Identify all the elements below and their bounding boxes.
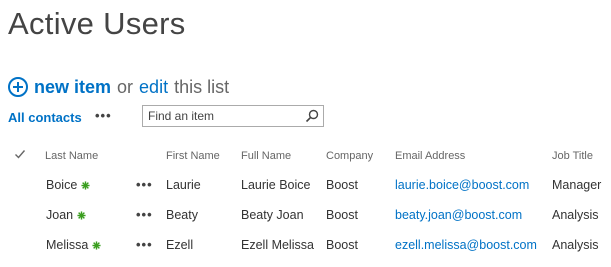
email-link[interactable]: beaty.joan@boost.com — [395, 208, 522, 222]
first-name-cell: Ezell — [166, 238, 194, 252]
table-row[interactable]: Joan ••• Beaty Beaty Joan Boost beaty.jo… — [0, 201, 611, 231]
job-title-cell: Analysis — [552, 208, 599, 222]
column-header-company[interactable]: Company — [326, 150, 373, 162]
add-circle-icon[interactable] — [8, 77, 28, 97]
row-menu-ellipsis-icon[interactable]: ••• — [136, 177, 153, 192]
company-cell: Boost — [326, 238, 358, 252]
new-item-badge-icon — [77, 211, 86, 220]
last-name-cell[interactable]: Boice — [46, 178, 90, 192]
new-item-link[interactable]: new item — [34, 77, 111, 98]
search-box[interactable] — [142, 105, 324, 127]
search-icon[interactable] — [305, 109, 319, 123]
row-menu-ellipsis-icon[interactable]: ••• — [136, 207, 153, 222]
this-list-text: this list — [174, 76, 230, 97]
row-menu-ellipsis-icon[interactable]: ••• — [136, 237, 153, 252]
column-header-last-name[interactable]: Last Name — [45, 150, 98, 162]
full-name-cell: Ezell Melissa — [241, 238, 314, 252]
page-title: Active Users — [8, 6, 186, 41]
company-cell: Boost — [326, 208, 358, 222]
full-name-cell: Beaty Joan — [241, 208, 304, 222]
view-all-contacts[interactable]: All contacts — [8, 110, 82, 125]
column-header-first-name[interactable]: First Name — [166, 150, 220, 162]
table-row[interactable]: Boice ••• Laurie Laurie Boice Boost laur… — [0, 171, 611, 201]
new-item-badge-icon — [92, 241, 101, 250]
column-header-job-title[interactable]: Job Title — [552, 150, 593, 162]
last-name-cell[interactable]: Joan — [46, 208, 86, 222]
email-link[interactable]: laurie.boice@boost.com — [395, 178, 529, 192]
more-views-ellipsis-icon[interactable]: ••• — [95, 108, 112, 123]
last-name-cell[interactable]: Melissa — [46, 238, 101, 252]
column-header-email-address[interactable]: Email Address — [395, 150, 465, 162]
view-selector: All contacts — [8, 104, 82, 130]
or-text: or — [117, 76, 134, 97]
column-header-full-name[interactable]: Full Name — [241, 150, 291, 162]
email-link[interactable]: ezell.melissa@boost.com — [395, 238, 537, 252]
full-name-cell: Laurie Boice — [241, 178, 311, 192]
new-item-bar: new item or edit this list — [8, 74, 229, 100]
first-name-cell: Laurie — [166, 178, 201, 192]
job-title-cell: Manager — [552, 178, 602, 192]
job-title-cell: Analysis — [552, 238, 599, 252]
first-name-cell: Beaty — [166, 208, 198, 222]
table-row[interactable]: Melissa ••• Ezell Ezell Melissa Boost ez… — [0, 231, 611, 261]
new-item-badge-icon — [81, 181, 90, 190]
company-cell: Boost — [326, 178, 358, 192]
select-all-checkmark-icon[interactable] — [14, 148, 26, 160]
edit-link[interactable]: edit — [139, 77, 168, 98]
search-input[interactable] — [143, 106, 298, 126]
